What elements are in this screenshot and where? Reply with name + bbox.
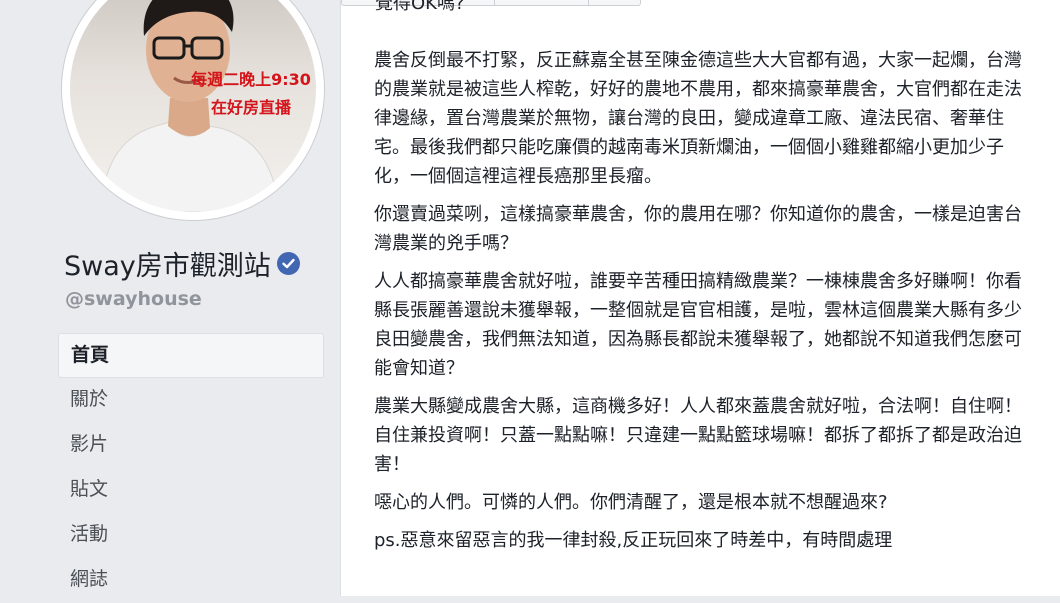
avatar-promo-text: 每週二晚上9:30 在好房直播 <box>181 66 316 122</box>
post-paragraph-1: 農舍反倒最不打緊，反正蘇嘉全甚至陳金德這些大大官都有過，大家一起爛，台灣的農業就… <box>374 50 1022 187</box>
profile-picture[interactable]: 每週二晚上9:30 在好房直播 <box>70 0 316 212</box>
post-tab-4[interactable] <box>589 0 641 6</box>
page-name-text[interactable]: Sway房市觀測站 <box>64 244 271 283</box>
avatar-promo-line-1: 每週二晚上9:30 <box>191 70 311 89</box>
sidebar-nav: 首頁 關於 影片 貼文 活動 網誌 <box>58 333 324 603</box>
sidebar-item-events[interactable]: 活動 <box>58 513 324 558</box>
sidebar-item-home[interactable]: 首頁 <box>58 333 324 378</box>
post-body: 農舍反倒最不打緊，反正蘇嘉全甚至陳金德這些大大官都有過，大家一起爛，台灣的農業就… <box>374 46 1039 564</box>
verified-check-icon <box>276 252 300 275</box>
sidebar-item-notes[interactable]: 網誌 <box>58 558 324 603</box>
post-tab-3[interactable] <box>495 0 589 6</box>
avatar-promo-line-2: 在好房直播 <box>210 98 291 117</box>
sidebar-item-posts[interactable]: 貼文 <box>58 468 324 513</box>
page-title[interactable]: Sway房市觀測站 <box>64 244 300 283</box>
post-card: 覺得OK嗎? 農舍反倒最不打緊，反正蘇嘉全甚至陳金德這些大大官都有過，大家一起爛… <box>340 0 1060 596</box>
post-paragraph-5: 噁心的人們。可憐的人們。你們清醒了，還是根本就不想醒過來? <box>374 492 888 513</box>
post-paragraph-4: 農業大縣變成農舍大縣，這商機多好！人人都來蓋農舍就好啦，合法啊！自住啊！自住兼投… <box>374 396 1022 475</box>
post-cut-off-line: 覺得OK嗎? <box>375 0 465 14</box>
sidebar-item-about[interactable]: 關於 <box>58 378 324 423</box>
post-paragraph-6: ps.惡意來留惡言的我一律封殺,反正玩回來了時差中，有時間處理 <box>374 530 893 551</box>
post-paragraph-3: 人人都搞豪華農舍就好啦，誰要辛苦種田搞精緻農業？一棟棟農舍多好賺啊！你看縣長張麗… <box>374 271 1022 379</box>
page-sidebar: 每週二晚上9:30 在好房直播 Sway房市觀測站 @swayhouse 首頁 … <box>0 0 340 596</box>
post-paragraph-2: 你還賣過菜咧，這樣搞豪華農舍，你的農用在哪？你知道你的農舍，一樣是迫害台灣農業的… <box>374 204 1022 254</box>
page-handle[interactable]: @swayhouse <box>65 288 202 310</box>
sidebar-item-videos[interactable]: 影片 <box>58 423 324 468</box>
profile-picture-frame[interactable]: 每週二晚上9:30 在好房直播 <box>62 0 324 220</box>
